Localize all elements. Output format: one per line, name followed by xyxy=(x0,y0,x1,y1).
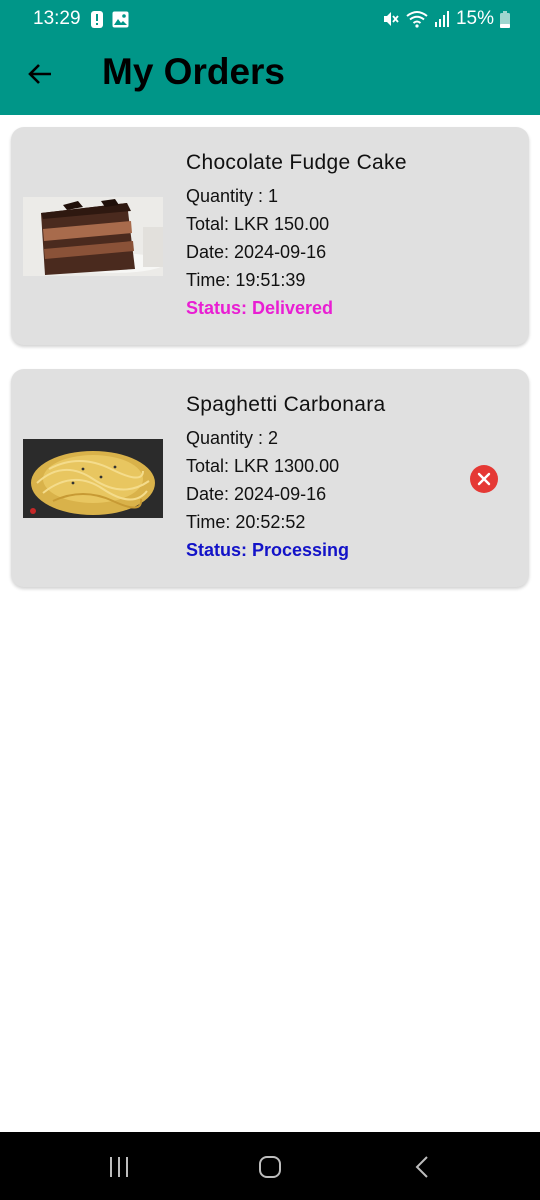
system-nav-bar xyxy=(0,1132,540,1200)
back-chevron-icon xyxy=(415,1156,428,1178)
cancel-order-button[interactable] xyxy=(470,465,498,493)
wifi-icon xyxy=(406,11,428,28)
status-right: 15% xyxy=(382,8,510,30)
order-quantity: Quantity : 1 xyxy=(186,186,279,206)
order-card[interactable]: Chocolate Fudge Cake Quantity : 1 Total:… xyxy=(11,127,529,345)
order-status: Status: Processing xyxy=(186,540,350,560)
item-name: Chocolate Fudge Cake xyxy=(186,151,407,174)
recents-icon xyxy=(110,1157,128,1177)
order-time: Time: 20:52:52 xyxy=(186,512,306,532)
order-total: Total: LKR 150.00 xyxy=(186,214,330,234)
order-date: Date: 2024-09-16 xyxy=(186,242,327,262)
order-quantity: Quantity : 2 xyxy=(186,428,279,448)
status-bar: 13:29 15% xyxy=(0,0,540,40)
gallery-notification-icon xyxy=(112,11,129,28)
nav-back-button[interactable] xyxy=(402,1152,442,1182)
item-name: Spaghetti Carbonara xyxy=(186,393,386,416)
order-info: Spaghetti Carbonara Quantity : 2 Total: … xyxy=(186,393,386,564)
app-bar: My Orders xyxy=(0,40,540,115)
battery-percent: 15% xyxy=(455,8,494,29)
recents-button[interactable] xyxy=(99,1152,139,1182)
battery-icon xyxy=(500,10,510,28)
home-icon xyxy=(259,1156,281,1178)
cancel-circle-icon xyxy=(477,472,491,486)
chocolate-cake-image xyxy=(23,197,163,276)
arrow-left-icon xyxy=(28,64,51,84)
notification-icons xyxy=(90,11,129,28)
mute-icon xyxy=(383,12,399,26)
spaghetti-image xyxy=(23,439,163,518)
order-card[interactable]: Spaghetti Carbonara Quantity : 2 Total: … xyxy=(11,369,529,587)
alert-notification-icon xyxy=(91,11,103,28)
signal-icon xyxy=(434,11,449,27)
page-title: My Orders xyxy=(102,51,286,92)
order-status: Status: Delivered xyxy=(186,298,334,318)
status-time: 13:29 xyxy=(33,8,81,29)
order-time: Time: 19:51:39 xyxy=(186,270,306,290)
back-button[interactable] xyxy=(20,54,60,94)
order-total: Total: LKR 1300.00 xyxy=(186,456,340,476)
order-info: Chocolate Fudge Cake Quantity : 1 Total:… xyxy=(186,151,407,322)
order-date: Date: 2024-09-16 xyxy=(186,484,327,504)
home-button[interactable] xyxy=(250,1152,290,1182)
